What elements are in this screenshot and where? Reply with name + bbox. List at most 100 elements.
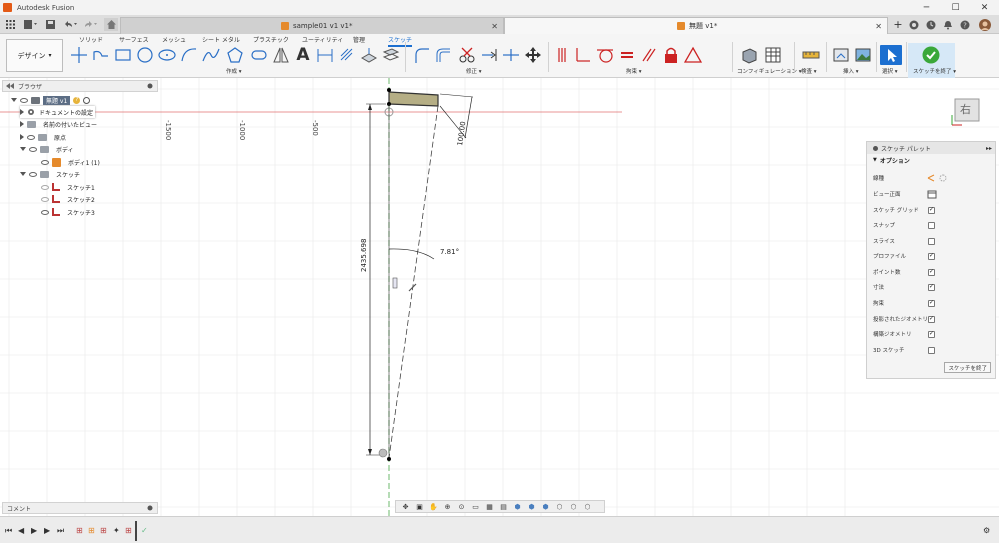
polyline-tool-icon[interactable] bbox=[90, 45, 112, 65]
collapse-panel-icon[interactable]: ▸▸ bbox=[986, 145, 992, 152]
visibility-eye-icon[interactable] bbox=[41, 196, 49, 202]
expand-icon[interactable] bbox=[20, 172, 26, 176]
visibility-eye-icon[interactable] bbox=[41, 209, 49, 215]
maximize-button[interactable]: ☐ bbox=[941, 0, 970, 15]
timeline-start-icon[interactable]: ⏮ bbox=[5, 526, 12, 536]
checkbox[interactable] bbox=[928, 237, 935, 245]
help-icon[interactable]: ? bbox=[959, 18, 971, 31]
tab-plastic[interactable]: プラスチック bbox=[253, 35, 289, 44]
measure-icon[interactable] bbox=[800, 45, 822, 65]
timeline-settings-gear-icon[interactable]: ⚙ bbox=[983, 526, 990, 535]
tab-untitled[interactable]: 無題 v1* ✕ bbox=[504, 17, 888, 34]
select-group-label[interactable]: 選択 ▾ bbox=[882, 67, 898, 75]
dimension-tool-icon[interactable] bbox=[314, 45, 336, 65]
option-3d-sketch[interactable]: 3D スケッチ bbox=[867, 343, 995, 357]
checkbox[interactable]: ✓ bbox=[928, 283, 935, 291]
option-profile[interactable]: プロファイル ✓ bbox=[867, 249, 995, 263]
equal-constraint-icon[interactable] bbox=[616, 45, 638, 65]
option-sketch-grid[interactable]: スケッチ グリッド ✓ bbox=[867, 203, 995, 217]
close-tab-icon[interactable]: ✕ bbox=[491, 22, 498, 31]
options-header[interactable]: ▼ オプション bbox=[867, 154, 995, 166]
grid-snap-icon[interactable]: ▦ bbox=[485, 502, 494, 511]
view-cube[interactable]: 右 bbox=[950, 97, 982, 127]
viewports-icon[interactable]: ▤ bbox=[499, 502, 508, 511]
arc-tool-icon[interactable] bbox=[178, 45, 200, 65]
modify-group-label[interactable]: 修正 ▾ bbox=[466, 67, 482, 75]
home-icon[interactable] bbox=[104, 18, 118, 31]
workspace-switcher[interactable]: デザイン ▾ bbox=[6, 39, 63, 72]
tangent-constraint-icon[interactable] bbox=[594, 45, 616, 65]
circle-tool-icon[interactable] bbox=[134, 45, 156, 65]
timeline-sketch-feature-icon[interactable]: ⊞ bbox=[100, 526, 107, 535]
browser-item-sketch3[interactable]: スケッチ3 bbox=[41, 206, 95, 218]
timeline-sketch-feature-icon[interactable]: ⊞ bbox=[76, 526, 83, 535]
option-look-at[interactable]: ビュー正面 bbox=[867, 187, 995, 201]
option-projected-geometry[interactable]: 投影されたジオメトリ ✓ bbox=[867, 312, 995, 326]
app-grid-icon[interactable] bbox=[4, 18, 16, 31]
tab-manage[interactable]: 管理 bbox=[353, 35, 365, 44]
fit-icon[interactable]: ⊙ bbox=[457, 502, 466, 511]
tab-mesh[interactable]: メッシュ bbox=[162, 35, 186, 44]
option-dimensions[interactable]: 寸法 ✓ bbox=[867, 280, 995, 294]
polygon-tool-icon[interactable] bbox=[224, 45, 246, 65]
expand-icon[interactable] bbox=[20, 109, 24, 115]
tab-surface[interactable]: サーフェス bbox=[119, 35, 149, 44]
zoom-icon[interactable]: ⊕ bbox=[443, 502, 452, 511]
option-snap[interactable]: スナップ bbox=[867, 218, 995, 232]
visibility-eye-icon[interactable] bbox=[20, 97, 28, 103]
ellipse-tool-icon[interactable] bbox=[156, 45, 178, 65]
save-icon[interactable] bbox=[44, 18, 56, 31]
browser-panel-header[interactable]: ブラウザ bbox=[2, 80, 158, 92]
visual-style-icon-2[interactable]: ⬢ bbox=[527, 502, 536, 511]
timeline-edit-feature-icon[interactable]: ✓ bbox=[141, 526, 148, 535]
avatar[interactable] bbox=[978, 18, 992, 31]
finish-sketch-button[interactable]: スケッチを終了 bbox=[944, 362, 991, 373]
checkbox[interactable] bbox=[928, 346, 935, 354]
insert-group-label[interactable]: 挿入 ▾ bbox=[843, 67, 859, 75]
timeline-next-icon[interactable]: ▶ bbox=[44, 526, 50, 535]
orbit-icon[interactable]: ✥ bbox=[401, 502, 410, 511]
notifications-icon[interactable] bbox=[942, 18, 954, 31]
select-icon[interactable] bbox=[880, 45, 902, 65]
comments-panel-header[interactable]: コメント bbox=[2, 502, 158, 514]
move-copy-tool-icon[interactable] bbox=[522, 45, 544, 65]
line-tool-icon[interactable] bbox=[68, 45, 90, 65]
perpendicular-constraint-icon[interactable] bbox=[572, 45, 594, 65]
browser-item-body1[interactable]: ボディ1 (1) bbox=[41, 156, 100, 168]
sketch-palette-header[interactable]: スケッチ パレット ▸▸ bbox=[867, 142, 995, 154]
undo-icon[interactable] bbox=[62, 18, 80, 31]
checkbox[interactable]: ✓ bbox=[928, 315, 935, 323]
timeline-prev-icon[interactable]: ◀ bbox=[18, 526, 24, 535]
checkbox[interactable]: ✓ bbox=[928, 206, 935, 214]
display-settings-icon[interactable]: ▭ bbox=[471, 502, 480, 511]
timeline-end-icon[interactable]: ⏭ bbox=[57, 526, 64, 536]
browser-item-origin[interactable]: 原点 bbox=[20, 131, 66, 143]
project-tool-icon[interactable] bbox=[358, 45, 380, 65]
option-points[interactable]: ポイント数 ✓ bbox=[867, 265, 995, 279]
checkbox[interactable]: ✓ bbox=[928, 268, 935, 276]
job-status-icon[interactable] bbox=[925, 18, 937, 31]
fix-unfix-constraint-icon[interactable] bbox=[660, 45, 682, 65]
file-menu-icon[interactable] bbox=[22, 18, 40, 31]
expand-icon[interactable] bbox=[11, 98, 17, 102]
browser-item-document-settings[interactable]: ドキュメントの設定 bbox=[20, 106, 95, 118]
finish-sketch-label[interactable]: スケッチを終了 ▾ bbox=[913, 67, 956, 75]
browser-item-named-views[interactable]: 名前の付いたビュー bbox=[20, 118, 97, 130]
timeline-extrude-feature-icon[interactable]: ⊞ bbox=[88, 526, 95, 535]
option-construction-geometry[interactable]: 構築ジオメトリ ✓ bbox=[867, 327, 995, 341]
option-linetype[interactable]: 線種 bbox=[867, 171, 995, 185]
expand-icon[interactable] bbox=[20, 121, 24, 127]
constraint-warning-icon[interactable] bbox=[682, 45, 704, 65]
palette-pin-icon[interactable] bbox=[873, 145, 878, 151]
option-constraints[interactable]: 拘束 ✓ bbox=[867, 296, 995, 310]
configuration-table-icon[interactable] bbox=[762, 45, 784, 65]
visibility-eye-icon[interactable] bbox=[27, 134, 35, 140]
horizontal-vertical-constraint-icon[interactable] bbox=[552, 45, 574, 65]
timeline-play-icon[interactable]: ▶ bbox=[31, 526, 37, 535]
create-group-label[interactable]: 作成 ▾ bbox=[226, 67, 242, 75]
minimize-button[interactable]: ─ bbox=[912, 0, 941, 15]
checkbox[interactable]: ✓ bbox=[928, 299, 935, 307]
tab-sheet-metal[interactable]: シート メタル bbox=[202, 35, 240, 44]
timeline-sketch-feature-icon[interactable]: ⊞ bbox=[125, 526, 132, 535]
tab-solid[interactable]: ソリッド bbox=[79, 35, 103, 44]
